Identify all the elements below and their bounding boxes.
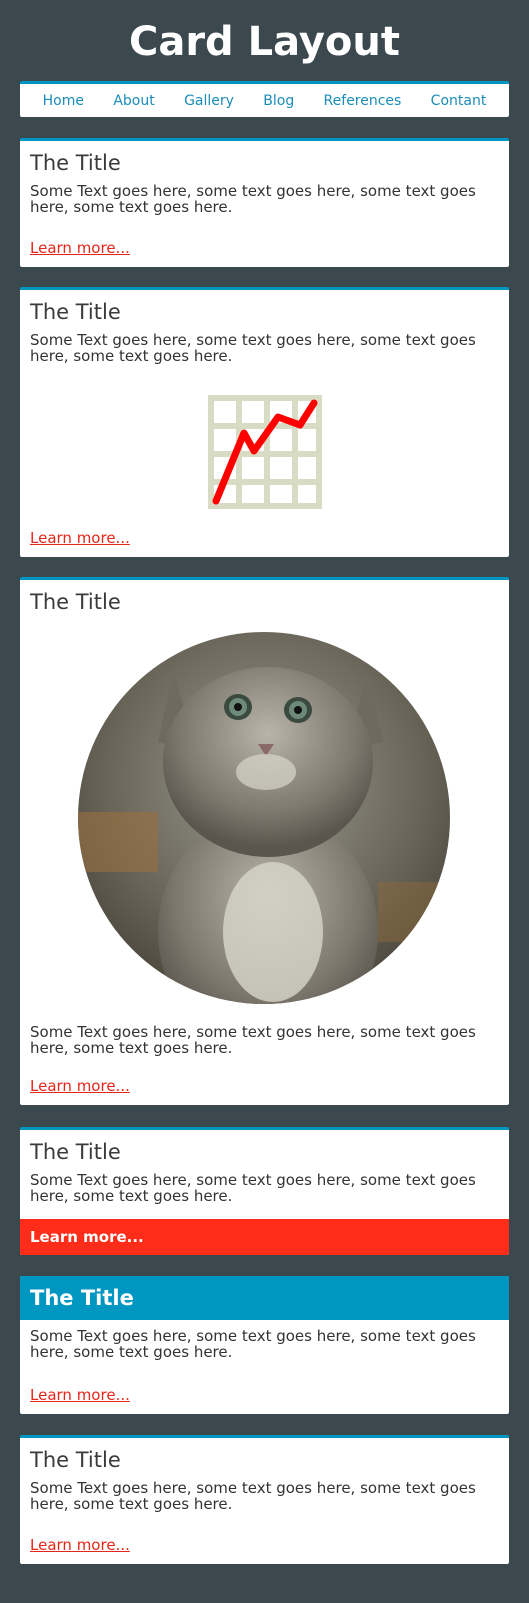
learn-more-link[interactable]: Learn more... xyxy=(20,1077,140,1095)
card-chart: The Title Some Text goes here, some text… xyxy=(20,287,509,557)
card-text: The Title Some Text goes here, some text… xyxy=(20,1435,509,1564)
card-header: The Title Some Text goes here, some text… xyxy=(20,1276,509,1414)
card-text: Some Text goes here, some text goes here… xyxy=(30,1327,476,1361)
learn-more-button[interactable]: Learn more... xyxy=(20,1219,509,1255)
learn-more-link[interactable]: Learn more... xyxy=(20,239,140,257)
card-image: The Title Some Text goes here, some text… xyxy=(20,577,509,1105)
nav-about[interactable]: About xyxy=(113,93,154,109)
learn-more-link[interactable]: Learn more... xyxy=(20,1536,140,1554)
page-title: Card Layout xyxy=(128,19,401,65)
nav-blog[interactable]: Blog xyxy=(263,93,294,109)
card-cta: The Title Some Text goes here, some text… xyxy=(20,1127,509,1255)
card-text: Some Text goes here, some text goes here… xyxy=(30,1479,476,1513)
card-text: The Title Some Text goes here, some text… xyxy=(20,138,509,267)
card-title: The Title xyxy=(30,151,121,175)
main-nav: Home About Gallery Blog References Conta… xyxy=(20,81,509,117)
card-text: Some Text goes here, some text goes here… xyxy=(30,1023,476,1057)
nav-contant[interactable]: Contant xyxy=(431,93,487,109)
card-text: Some Text goes here, some text goes here… xyxy=(30,331,476,365)
nav-gallery[interactable]: Gallery xyxy=(184,93,234,109)
card-text: Some Text goes here, some text goes here… xyxy=(30,182,476,216)
card-title: The Title xyxy=(30,300,121,324)
cat-photo xyxy=(78,632,450,1004)
card-title: The Title xyxy=(30,1140,121,1164)
card-text: Some Text goes here, some text goes here… xyxy=(30,1171,476,1205)
learn-more-link[interactable]: Learn more... xyxy=(20,1386,140,1404)
line-chart-icon xyxy=(207,395,322,509)
nav-references[interactable]: References xyxy=(324,93,402,109)
learn-more-link[interactable]: Learn more... xyxy=(20,529,140,547)
card-title: The Title xyxy=(20,1276,509,1320)
nav-home[interactable]: Home xyxy=(43,93,84,109)
card-title: The Title xyxy=(30,590,121,614)
card-title: The Title xyxy=(30,1448,121,1472)
